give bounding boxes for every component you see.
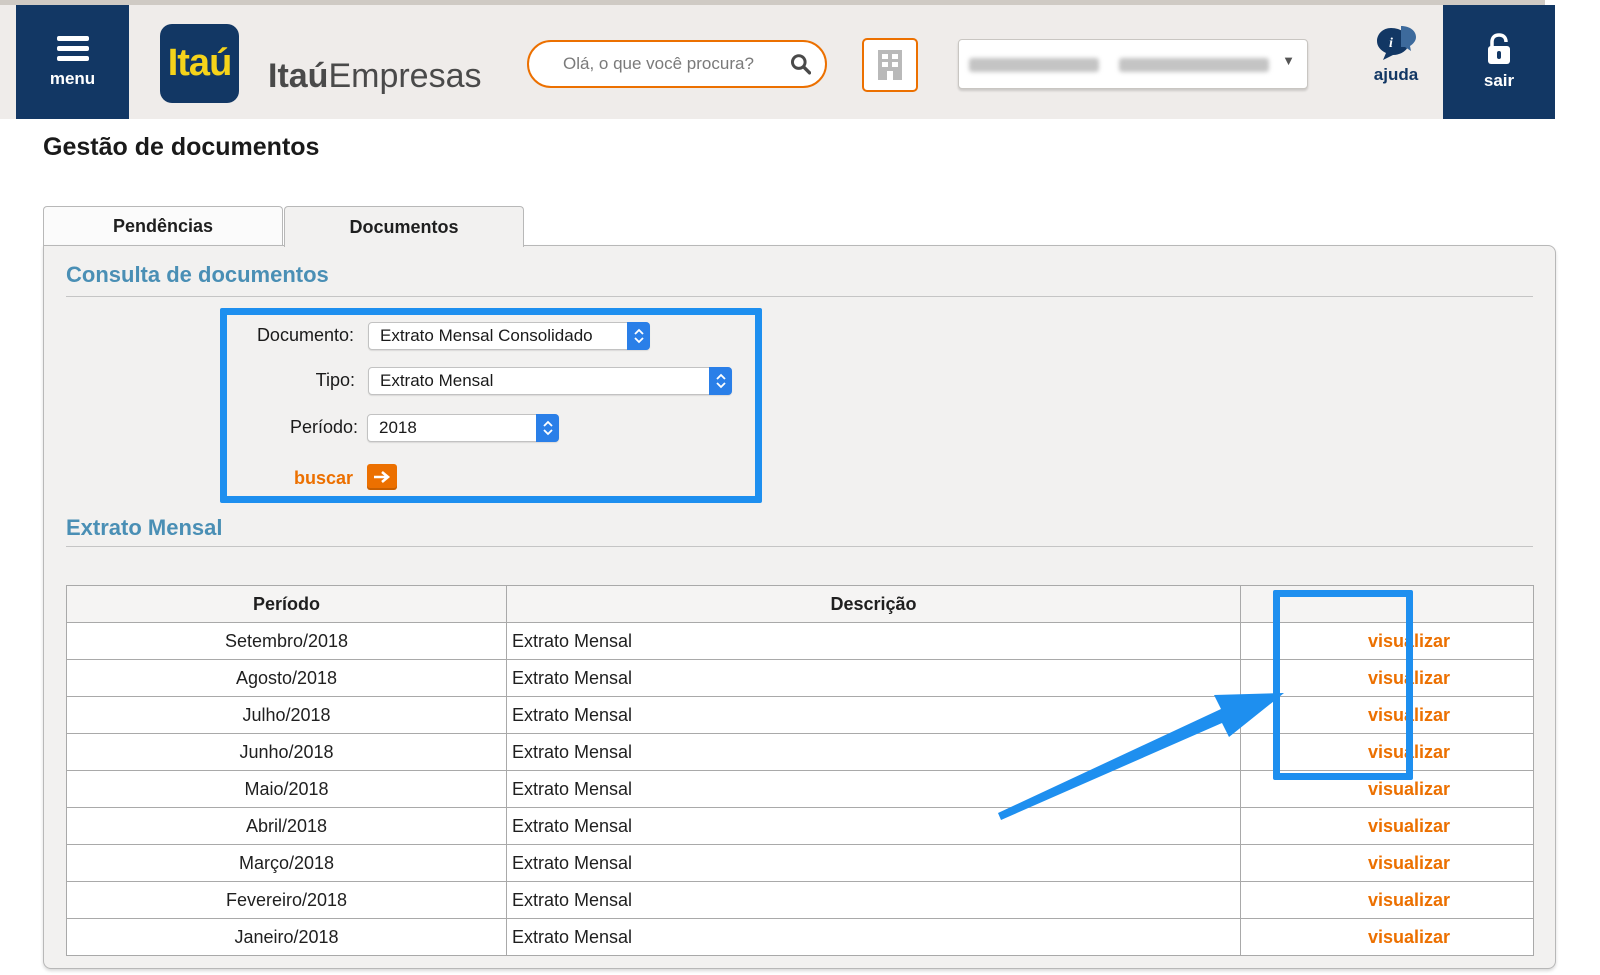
consulta-section-title: Consulta de documentos (66, 262, 329, 287)
cell-descricao: Extrato Mensal (506, 918, 1241, 956)
cell-periodo: Abril/2018 (66, 807, 507, 845)
brand-bold: Itaú (268, 57, 329, 95)
help-button[interactable]: i ajuda (1362, 25, 1430, 105)
svg-text:i: i (1389, 36, 1393, 51)
visualizar-link[interactable]: visualizar (1368, 742, 1450, 762)
column-header-acao (1240, 585, 1534, 623)
search-input[interactable] (561, 53, 790, 75)
visualizar-link[interactable]: visualizar (1368, 853, 1450, 873)
table-row: Junho/2018 Extrato Mensal visualizar (66, 733, 1534, 771)
dropdown-arrow-icon: ▼ (1282, 53, 1295, 68)
logo-text: Itaú (167, 42, 233, 84)
tab-pendencias[interactable]: Pendências (43, 206, 283, 246)
building-icon (878, 50, 902, 80)
table-row: Maio/2018 Extrato Mensal visualizar (66, 770, 1534, 808)
cell-periodo: Fevereiro/2018 (66, 881, 507, 919)
cell-periodo: Janeiro/2018 (66, 918, 507, 956)
table-row: Março/2018 Extrato Mensal visualizar (66, 844, 1534, 882)
cell-periodo: Julho/2018 (66, 696, 507, 734)
extrato-section-title: Extrato Mensal (66, 515, 223, 540)
logout-button[interactable]: sair (1443, 5, 1555, 119)
account-selector[interactable]: ▼ (958, 39, 1308, 89)
tab-documentos[interactable]: Documentos (284, 206, 524, 247)
visualizar-link[interactable]: visualizar (1368, 779, 1450, 799)
search-box[interactable] (527, 40, 827, 88)
account-name-redacted (969, 58, 1099, 72)
chat-help-icon: i (1377, 26, 1416, 60)
cell-periodo: Maio/2018 (66, 770, 507, 808)
logout-label: sair (1483, 71, 1515, 90)
documents-panel: Consulta de documentos Documento: Extrat… (43, 245, 1556, 969)
table-row: Fevereiro/2018 Extrato Mensal visualizar (66, 881, 1534, 919)
cell-descricao: Extrato Mensal (506, 770, 1241, 808)
cell-descricao: Extrato Mensal (506, 659, 1241, 697)
visualizar-link[interactable]: visualizar (1368, 631, 1450, 651)
cell-descricao: Extrato Mensal (506, 844, 1241, 882)
company-button[interactable] (862, 38, 918, 92)
table-row: Agosto/2018 Extrato Mensal visualizar (66, 659, 1534, 697)
lock-icon (1488, 33, 1510, 64)
visualizar-link[interactable]: visualizar (1368, 890, 1450, 910)
menu-label: menu (49, 69, 96, 88)
table-row: Abril/2018 Extrato Mensal visualizar (66, 807, 1534, 845)
section-divider (66, 546, 1533, 547)
visualizar-link[interactable]: visualizar (1368, 927, 1450, 947)
column-header-periodo: Período (66, 585, 507, 623)
table-header-row: Período Descrição (66, 585, 1534, 623)
cell-periodo: Março/2018 (66, 844, 507, 882)
cell-periodo: Agosto/2018 (66, 659, 507, 697)
cell-descricao: Extrato Mensal (506, 622, 1241, 660)
itau-logo[interactable]: Itaú (160, 24, 239, 103)
section-divider (66, 296, 1533, 297)
visualizar-link[interactable]: visualizar (1368, 668, 1450, 688)
search-icon[interactable] (790, 53, 811, 75)
cell-descricao: Extrato Mensal (506, 733, 1241, 771)
cell-descricao: Extrato Mensal (506, 881, 1241, 919)
menu-button[interactable]: menu (16, 5, 129, 119)
hamburger-icon (56, 36, 89, 61)
cell-periodo: Setembro/2018 (66, 622, 507, 660)
brand-light: Empresas (328, 57, 482, 95)
form-annotation-highlight (220, 308, 762, 503)
visualizar-link[interactable]: visualizar (1368, 705, 1450, 725)
cell-periodo: Junho/2018 (66, 733, 507, 771)
brand-name: ItaúEmpresas (268, 57, 482, 96)
account-number-redacted (1119, 58, 1269, 72)
column-header-descricao: Descrição (506, 585, 1241, 623)
cell-descricao: Extrato Mensal (506, 807, 1241, 845)
table-row: Julho/2018 Extrato Mensal visualizar (66, 696, 1534, 734)
visualizar-link[interactable]: visualizar (1368, 816, 1450, 836)
extrato-table: Período Descrição Setembro/2018 Extrato … (66, 585, 1534, 956)
table-row: Setembro/2018 Extrato Mensal visualizar (66, 622, 1534, 660)
help-label: ajuda (1373, 65, 1419, 84)
table-row: Janeiro/2018 Extrato Mensal visualizar (66, 918, 1534, 956)
cell-descricao: Extrato Mensal (506, 696, 1241, 734)
top-header: menu Itaú ItaúEmpresas ▼ i aju (0, 5, 1555, 119)
page-title: Gestão de documentos (43, 133, 320, 161)
